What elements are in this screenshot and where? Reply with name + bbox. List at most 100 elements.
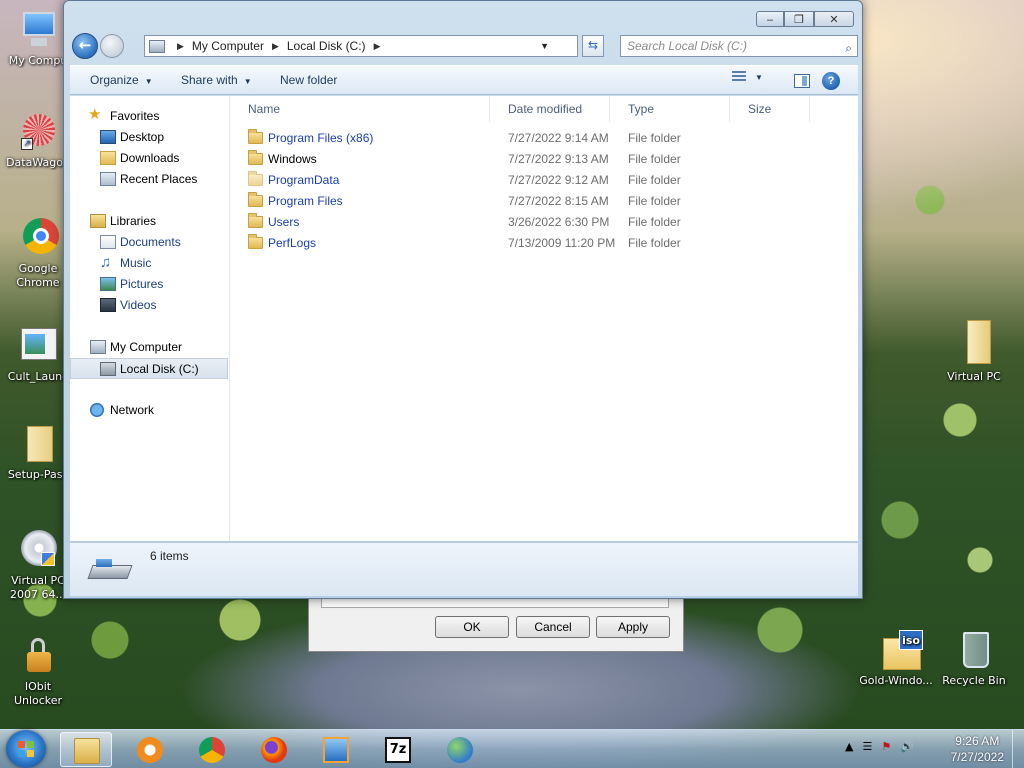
column-header-type[interactable]: Type bbox=[610, 96, 730, 122]
desktop-icon-label: Recycle Bin bbox=[942, 674, 1006, 687]
file-type: File folder bbox=[628, 194, 681, 208]
sidebar-item-music[interactable]: ♫ Music bbox=[70, 253, 228, 274]
close-button[interactable]: ✕ bbox=[814, 11, 854, 27]
share-with-button[interactable]: Share with ▼ bbox=[181, 73, 252, 87]
sidebar-item-recent-places[interactable]: Recent Places bbox=[70, 169, 228, 190]
sidebar-label: Libraries bbox=[110, 214, 157, 228]
apply-button[interactable]: Apply bbox=[596, 616, 670, 638]
taskbar-chrome[interactable] bbox=[186, 732, 238, 767]
folder-icon bbox=[248, 171, 263, 186]
table-row[interactable]: ProgramData 7/27/2022 9:12 AM File folde… bbox=[232, 170, 852, 191]
help-icon[interactable]: ? bbox=[822, 72, 840, 90]
address-bar[interactable]: ▶ My Computer ▶ Local Disk (C:) ▶ ▼ bbox=[144, 35, 578, 57]
chevron-down-icon: ▼ bbox=[755, 72, 763, 82]
sidebar-item-desktop[interactable]: Desktop bbox=[70, 127, 228, 148]
file-name: Program Files bbox=[268, 194, 343, 208]
change-view-button[interactable]: ▼ bbox=[732, 71, 763, 83]
restore-icon: ❐ bbox=[794, 12, 804, 26]
sidebar-item-favorites[interactable]: ★ Favorites bbox=[70, 106, 228, 127]
show-desktop-button[interactable] bbox=[1012, 730, 1024, 768]
column-header-name[interactable]: Name bbox=[232, 96, 490, 122]
disc-installer-icon bbox=[17, 530, 59, 572]
explorer-window: ‒ ❐ ✕ ← ▶ My Computer ▶ Local Disk (C:) … bbox=[63, 0, 863, 599]
maximize-button[interactable]: ❐ bbox=[784, 11, 814, 27]
file-name: ProgramData bbox=[268, 173, 340, 187]
desktop-icon-gold-windows-iso[interactable]: iso Gold-Windo... bbox=[858, 630, 934, 688]
minimize-button[interactable]: ‒ bbox=[756, 11, 784, 27]
file-name: PerfLogs bbox=[268, 236, 317, 250]
taskbar-firefox[interactable] bbox=[248, 732, 300, 767]
organize-button[interactable]: Organize ▼ bbox=[90, 73, 153, 87]
clock[interactable]: 9:26 AM 7/27/2022 bbox=[951, 733, 1004, 765]
chevron-right-icon: ▶ bbox=[271, 40, 279, 51]
sidebar-item-videos[interactable]: Videos bbox=[70, 295, 228, 316]
file-date: 3/26/2022 6:30 PM bbox=[508, 215, 610, 229]
file-type: File folder bbox=[628, 152, 681, 166]
sidebar-item-pictures[interactable]: Pictures bbox=[70, 274, 228, 295]
taskbar-7zip[interactable]: 7z bbox=[372, 732, 424, 767]
chevron-down-icon: ▼ bbox=[243, 77, 252, 86]
address-dropdown-icon[interactable]: ▼ bbox=[540, 41, 549, 51]
table-row[interactable]: Program Files 7/27/2022 8:15 AM File fol… bbox=[232, 191, 852, 212]
sidebar-item-libraries[interactable]: Libraries bbox=[70, 211, 228, 232]
properties-dialog: OK Cancel Apply bbox=[308, 590, 684, 652]
table-row[interactable]: Users 3/26/2022 6:30 PM File folder bbox=[232, 212, 852, 233]
network-tray-icon[interactable]: ☰ bbox=[862, 740, 872, 753]
taskbar-download-manager[interactable] bbox=[434, 732, 486, 767]
hard-drive-icon bbox=[87, 557, 134, 583]
volume-icon[interactable]: 🔊 bbox=[900, 740, 914, 753]
table-row[interactable]: Windows 7/27/2022 9:13 AM File folder bbox=[232, 149, 852, 170]
table-row[interactable]: Program Files (x86) 7/27/2022 9:14 AM Fi… bbox=[232, 128, 852, 149]
taskbar-media-player[interactable] bbox=[124, 732, 176, 767]
sidebar-item-documents[interactable]: Documents bbox=[70, 232, 228, 253]
sidebar-item-downloads[interactable]: Downloads bbox=[70, 148, 228, 169]
command-bar: Organize ▼ Share with ▼ New folder ▼ ? bbox=[70, 65, 858, 95]
sidebar-item-local-disk[interactable]: Local Disk (C:) bbox=[70, 358, 228, 379]
file-date: 7/27/2022 9:14 AM bbox=[508, 131, 609, 145]
sidebar-item-network[interactable]: Network bbox=[70, 400, 228, 421]
sidebar-label: My Computer bbox=[110, 340, 183, 354]
breadcrumb-local-disk[interactable]: Local Disk (C:) bbox=[287, 39, 366, 53]
column-header-size[interactable]: Size bbox=[730, 96, 810, 122]
search-input[interactable]: Search Local Disk (C:) ⌕ bbox=[620, 35, 858, 57]
desktop-icon-recycle-bin[interactable]: Recycle Bin bbox=[936, 630, 1012, 688]
file-name: Program Files (x86) bbox=[268, 131, 374, 145]
explorer-body: ★ Favorites Desktop Downloads Recent Pla… bbox=[70, 96, 858, 541]
taskbar-virtual-pc[interactable] bbox=[310, 732, 362, 767]
back-button[interactable]: ← bbox=[72, 33, 98, 59]
preview-pane-button[interactable] bbox=[794, 74, 810, 88]
navigation-pane: ★ Favorites Desktop Downloads Recent Pla… bbox=[70, 96, 230, 541]
unlocker-lock-icon bbox=[17, 636, 59, 678]
details-view-icon bbox=[732, 71, 746, 83]
close-icon: ✕ bbox=[829, 12, 839, 26]
new-folder-button[interactable]: New folder bbox=[280, 73, 337, 87]
app-window-icon bbox=[17, 326, 59, 368]
chevron-right-icon: ▶ bbox=[177, 40, 184, 51]
breadcrumb-my-computer[interactable]: My Computer bbox=[192, 39, 264, 53]
minimize-icon: ‒ bbox=[766, 12, 774, 26]
table-row[interactable]: PerfLogs 7/13/2009 11:20 PM File folder bbox=[232, 233, 852, 254]
file-date: 7/27/2022 9:12 AM bbox=[508, 173, 609, 187]
desktop-icon-iobit-unlocker[interactable]: IObit Unlocker bbox=[0, 636, 76, 708]
sidebar-item-my-computer[interactable]: My Computer bbox=[70, 337, 228, 358]
recent-places-icon bbox=[100, 172, 116, 186]
desktop-icon-label: Gold-Windo... bbox=[859, 674, 933, 687]
start-button[interactable] bbox=[6, 730, 46, 768]
action-center-icon[interactable]: ⚑ bbox=[881, 740, 891, 753]
ok-button[interactable]: OK bbox=[435, 616, 509, 638]
my-computer-icon bbox=[17, 10, 59, 52]
desktop-icon-virtual-pc[interactable]: Virtual PC bbox=[936, 318, 1012, 384]
show-hidden-icons-icon[interactable]: ▲ bbox=[845, 740, 853, 753]
virtual-pc-icon bbox=[323, 737, 349, 763]
folder-icon bbox=[248, 234, 263, 249]
taskbar-explorer[interactable] bbox=[60, 732, 112, 767]
datawagon-icon: ↗ bbox=[17, 112, 59, 154]
refresh-button[interactable]: ⇆ bbox=[582, 35, 604, 57]
navigation-bar: ← ▶ My Computer ▶ Local Disk (C:) ▶ ▼ ⇆ … bbox=[70, 33, 858, 61]
sidebar-label: Desktop bbox=[120, 130, 165, 144]
column-header-date-modified[interactable]: Date modified bbox=[490, 96, 610, 122]
cancel-button[interactable]: Cancel bbox=[516, 616, 590, 638]
computer-small-icon bbox=[149, 39, 165, 53]
search-placeholder: Search Local Disk (C:) bbox=[627, 39, 748, 53]
forward-button[interactable] bbox=[100, 34, 124, 58]
